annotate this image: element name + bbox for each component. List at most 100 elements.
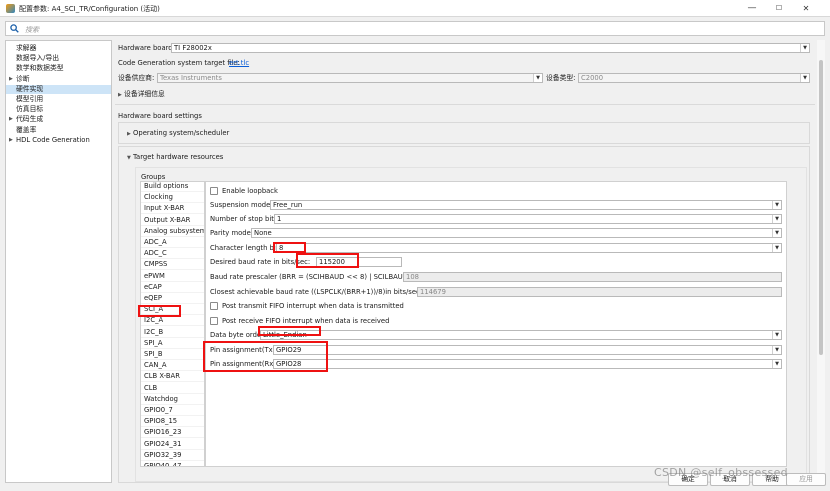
tx-fifo-interrupt-label: Post transmit FIFO interrupt when data i… — [222, 302, 404, 310]
tree-item[interactable]: ▶ 代码生成 — [6, 115, 111, 124]
apply-button[interactable]: 应用 — [786, 473, 826, 486]
group-item[interactable]: Clocking — [141, 192, 204, 204]
tree-item[interactable]: 硬件实现 — [6, 84, 111, 94]
matlab-app-icon — [6, 4, 15, 13]
group-item[interactable]: ADC_C — [141, 248, 204, 260]
chevron-right-icon[interactable]: ▶ — [9, 75, 13, 84]
stop-bits-dropdown[interactable]: 1 ▼ — [274, 214, 782, 224]
rx-fifo-interrupt-checkbox[interactable] — [210, 317, 218, 325]
stop-bits-label: Number of stop bits: — [210, 215, 280, 223]
group-item[interactable]: I2C_B — [141, 327, 204, 338]
group-item[interactable]: Input X-BAR — [141, 203, 204, 215]
group-item[interactable]: eQEP — [141, 293, 204, 304]
group-item[interactable]: Analog subsystem — [141, 226, 204, 237]
minimize-button[interactable]: — — [741, 0, 763, 17]
character-length-dropdown[interactable]: 8 ▼ — [276, 243, 782, 253]
group-item[interactable]: CLB X-BAR — [141, 371, 204, 383]
device-vendor-label: 设备供应商: — [118, 74, 155, 82]
close-button[interactable]: ✕ — [795, 0, 817, 17]
tree-item[interactable]: 数学和数据类型 — [6, 64, 111, 73]
tree-item[interactable]: 覆盖率 — [6, 126, 111, 135]
tree-item[interactable]: 仿真目标 — [6, 105, 111, 114]
parity-mode-dropdown[interactable]: None ▼ — [251, 228, 782, 238]
highlight-baud-rate — [296, 253, 359, 268]
target-hw-label: Target hardware resources — [133, 153, 224, 161]
group-item[interactable]: I2C_A — [141, 315, 204, 327]
chevron-down-icon: ▼ — [127, 155, 131, 161]
os-scheduler-section[interactable]: ▶ Operating system/scheduler — [118, 122, 810, 144]
highlight-char-length — [273, 242, 306, 253]
category-tree: 求解器 数据导入/导出 数学和数据类型 ▶ 诊断 硬件实现 模型引用 仿真目标 ▶ 代码生成 覆盖率… — [5, 40, 112, 483]
chevron-down-icon: ▼ — [772, 229, 781, 237]
pin-tx-dropdown[interactable]: GPIO29 ▼ — [273, 345, 782, 355]
target-hw-toggle[interactable]: ▼ Target hardware resources — [127, 153, 223, 163]
group-item[interactable]: Watchdog — [141, 394, 204, 405]
enable-loopback-checkbox[interactable] — [210, 187, 218, 195]
chevron-down-icon: ▼ — [772, 331, 781, 339]
tree-item[interactable]: ▶ HDL Code Generation — [6, 136, 111, 145]
closest-baud-label: Closest achievable baud rate ((LSPCLK/(B… — [210, 288, 423, 296]
chevron-right-icon[interactable]: ▶ — [9, 115, 13, 124]
group-item[interactable]: CMPSS — [141, 259, 204, 271]
tree-item-label: 代码生成 — [16, 115, 44, 124]
group-item[interactable]: GPIO40_47 — [141, 461, 204, 466]
enable-loopback-label: Enable loopback — [222, 187, 278, 195]
group-item[interactable]: Output X-BAR — [141, 215, 204, 226]
closest-baud-field: 114679 — [417, 287, 782, 297]
search-input[interactable]: 搜索 — [25, 25, 39, 35]
chevron-down-icon: ▼ — [772, 201, 781, 209]
group-item[interactable]: SPI_A — [141, 338, 204, 349]
groups-list[interactable]: Build options Clocking Input X-BAR Output X… — [140, 181, 205, 467]
chevron-down-icon: ▼ — [772, 360, 781, 368]
group-item[interactable]: GPIO16_23 — [141, 427, 204, 439]
tree-item-label: 覆盖率 — [16, 125, 37, 134]
chevron-right-icon[interactable]: ▶ — [9, 136, 13, 145]
codegen-target-label: Code Generation system target file: — [118, 59, 240, 67]
scrollbar-thumb[interactable] — [819, 60, 823, 355]
csdn-watermark: CSDN @self_obssessed — [654, 466, 788, 479]
tree-item-label: 数学和数据类型 — [16, 64, 64, 73]
group-item[interactable]: GPIO32_39 — [141, 450, 204, 461]
device-type-dropdown[interactable]: C2000 ▼ — [578, 73, 810, 83]
tree-item-label: 诊断 — [16, 74, 30, 83]
hardware-board-dropdown[interactable]: TI F28002x ▼ — [171, 43, 810, 53]
tree-item-label: 硬件实现 — [16, 84, 44, 93]
baud-prescaler-label: Baud rate prescaler (BRR = (SCIHBAUD << … — [210, 273, 416, 281]
group-item[interactable]: ADC_A — [141, 237, 204, 248]
tree-item-label: 模型引用 — [16, 95, 44, 103]
device-details-toggle[interactable]: ▶ 设备详细信息 — [118, 90, 165, 100]
chevron-down-icon: ▼ — [772, 346, 781, 354]
tree-item-label: 求解器 — [16, 44, 37, 52]
group-item[interactable]: SPI_B — [141, 349, 204, 360]
group-item[interactable]: ePWM — [141, 271, 204, 282]
parity-mode-label: Parity mode: — [210, 229, 254, 237]
data-byte-order-dropdown[interactable]: Little_Endian ▼ — [260, 330, 782, 340]
maximize-button[interactable]: ☐ — [768, 0, 790, 17]
tree-item-label: 数据导入/导出 — [16, 54, 60, 63]
sci-a-parameters: Enable loopback Suspension mode: Free_ru… — [205, 181, 787, 467]
hardware-board-settings-heading: Hardware board settings — [118, 112, 202, 120]
group-item[interactable]: CAN_A — [141, 360, 204, 372]
group-item[interactable]: GPIO24_31 — [141, 439, 204, 450]
group-item[interactable]: GPIO0_7 — [141, 405, 204, 416]
tree-item[interactable]: 数据导入/导出 — [6, 54, 111, 63]
group-item[interactable]: Build options — [141, 182, 204, 192]
tx-fifo-interrupt-checkbox[interactable] — [210, 302, 218, 310]
group-item[interactable]: GPIO8_15 — [141, 416, 204, 428]
divider — [115, 104, 815, 105]
tree-item[interactable]: 模型引用 — [6, 95, 111, 104]
group-item[interactable]: CLB — [141, 383, 204, 394]
ert-tlc-link[interactable]: ert.tlc — [229, 59, 249, 68]
pin-rx-dropdown[interactable]: GPIO28 ▼ — [273, 359, 782, 369]
tree-item-label: 仿真目标 — [16, 105, 44, 114]
chevron-down-icon: ▼ — [772, 215, 781, 223]
group-item[interactable]: eCAP — [141, 282, 204, 293]
tree-item[interactable]: 求解器 — [6, 44, 111, 53]
suspension-mode-dropdown[interactable]: Free_run ▼ — [270, 200, 782, 210]
vertical-scrollbar[interactable] — [817, 40, 825, 483]
chevron-right-icon: ▶ — [118, 92, 122, 98]
search-box[interactable]: 搜索 — [5, 21, 825, 36]
tree-item[interactable]: ▶ 诊断 — [6, 75, 111, 84]
configuration-parameters-window: 配置参数: A4_SCI_TR/Configuration (活动) — ☐ ✕… — [0, 0, 830, 491]
device-vendor-dropdown[interactable]: Texas Instruments ▼ — [157, 73, 543, 83]
